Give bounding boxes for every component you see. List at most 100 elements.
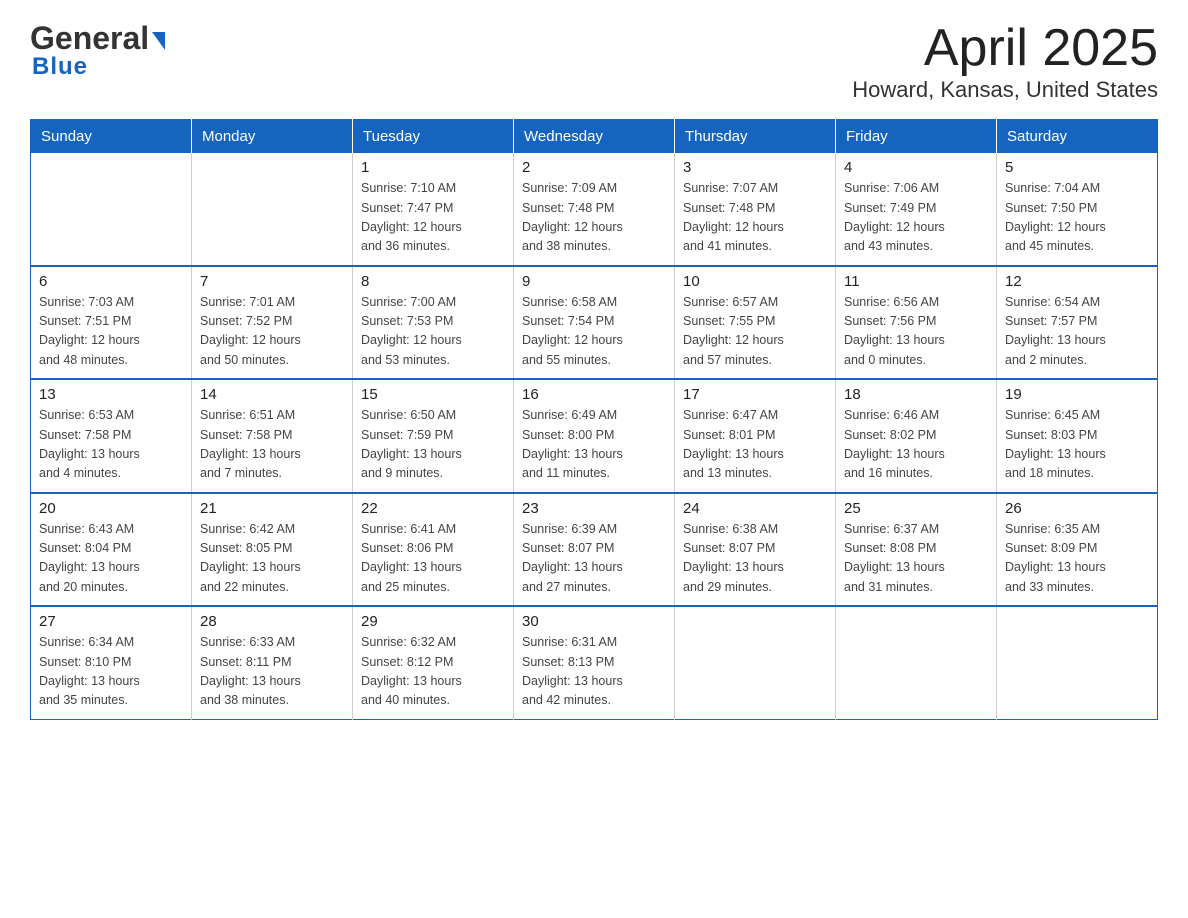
logo: General Blue [30,20,165,81]
day-detail: Sunrise: 7:10 AMSunset: 7:47 PMDaylight:… [361,179,505,257]
day-detail: Sunrise: 6:50 AMSunset: 7:59 PMDaylight:… [361,406,505,484]
calendar-week-3: 13 Sunrise: 6:53 AMSunset: 7:58 PMDayligh… [31,379,1158,493]
calendar-cell: 9 Sunrise: 6:58 AMSunset: 7:54 PMDaylight… [514,266,675,380]
day-detail: Sunrise: 6:37 AMSunset: 8:08 PMDaylight:… [844,520,988,598]
calendar-cell: 6Sunrise: 7:03 AMSunset: 7:51 PMDaylight… [31,266,192,380]
day-detail: Sunrise: 6:35 AMSunset: 8:09 PMDaylight:… [1005,520,1149,598]
col-header-monday: Monday [192,120,353,154]
day-number: 10 [683,273,827,290]
day-number: 5 [1005,159,1149,176]
day-detail: Sunrise: 6:46 AMSunset: 8:02 PMDaylight:… [844,406,988,484]
calendar-cell: 24Sunrise: 6:38 AMSunset: 8:07 PMDayligh… [675,493,836,607]
page-header: General Blue April 2025 Howard, Kansas, … [30,20,1158,103]
calendar-cell: 25 Sunrise: 6:37 AMSunset: 8:08 PMDayligh… [836,493,997,607]
day-number: 15 [361,386,505,403]
logo-arrow-icon [152,32,165,50]
title-block: April 2025 Howard, Kansas, United States [852,20,1158,103]
calendar-header-row: SundayMondayTuesdayWednesdayThursdayFrid… [31,120,1158,154]
calendar-cell: 14 Sunrise: 6:51 AMSunset: 7:58 PMDayligh… [192,379,353,493]
calendar-cell: 23 Sunrise: 6:39 AMSunset: 8:07 PMDayligh… [514,493,675,607]
day-number: 4 [844,159,988,176]
day-detail: Sunrise: 6:42 AMSunset: 8:05 PMDaylight:… [200,520,344,598]
col-header-sunday: Sunday [31,120,192,154]
calendar-cell: 21Sunrise: 6:42 AMSunset: 8:05 PMDayligh… [192,493,353,607]
day-number: 16 [522,386,666,403]
day-detail: Sunrise: 6:53 AMSunset: 7:58 PMDaylight:… [39,406,183,484]
calendar-cell: 20 Sunrise: 6:43 AMSunset: 8:04 PMDayligh… [31,493,192,607]
day-number: 18 [844,386,988,403]
day-number: 19 [1005,386,1149,403]
day-detail: Sunrise: 6:32 AMSunset: 8:12 PMDaylight:… [361,633,505,711]
col-header-thursday: Thursday [675,120,836,154]
calendar-cell [192,153,353,266]
calendar-cell: 12Sunrise: 6:54 AMSunset: 7:57 PMDayligh… [997,266,1158,380]
day-number: 29 [361,613,505,630]
calendar-cell: 13 Sunrise: 6:53 AMSunset: 7:58 PMDayligh… [31,379,192,493]
day-number: 20 [39,500,183,517]
calendar-cell: 28 Sunrise: 6:33 AMSunset: 8:11 PMDayligh… [192,606,353,719]
day-number: 2 [522,159,666,176]
col-header-tuesday: Tuesday [353,120,514,154]
calendar-cell: 26 Sunrise: 6:35 AMSunset: 8:09 PMDayligh… [997,493,1158,607]
calendar-cell: 22Sunrise: 6:41 AMSunset: 8:06 PMDayligh… [353,493,514,607]
day-detail: Sunrise: 6:49 AMSunset: 8:00 PMDaylight:… [522,406,666,484]
day-number: 30 [522,613,666,630]
col-header-wednesday: Wednesday [514,120,675,154]
main-title: April 2025 [852,20,1158,77]
day-detail: Sunrise: 6:56 AMSunset: 7:56 PMDaylight:… [844,293,988,371]
day-detail: Sunrise: 6:57 AMSunset: 7:55 PMDaylight:… [683,293,827,371]
day-detail: Sunrise: 7:09 AMSunset: 7:48 PMDaylight:… [522,179,666,257]
calendar-cell: 18 Sunrise: 6:46 AMSunset: 8:02 PMDayligh… [836,379,997,493]
calendar-cell: 4 Sunrise: 7:06 AMSunset: 7:49 PMDaylight… [836,153,997,266]
day-detail: Sunrise: 6:45 AMSunset: 8:03 PMDaylight:… [1005,406,1149,484]
day-detail: Sunrise: 7:04 AMSunset: 7:50 PMDaylight:… [1005,179,1149,257]
day-number: 24 [683,500,827,517]
calendar-cell: 27 Sunrise: 6:34 AMSunset: 8:10 PMDayligh… [31,606,192,719]
day-number: 14 [200,386,344,403]
day-number: 25 [844,500,988,517]
calendar-week-4: 20 Sunrise: 6:43 AMSunset: 8:04 PMDayligh… [31,493,1158,607]
calendar-cell: 16 Sunrise: 6:49 AMSunset: 8:00 PMDayligh… [514,379,675,493]
calendar-cell: 2 Sunrise: 7:09 AMSunset: 7:48 PMDaylight… [514,153,675,266]
subtitle: Howard, Kansas, United States [852,77,1158,103]
day-detail: Sunrise: 6:43 AMSunset: 8:04 PMDaylight:… [39,520,183,598]
day-detail: Sunrise: 7:06 AMSunset: 7:49 PMDaylight:… [844,179,988,257]
calendar-cell: 15 Sunrise: 6:50 AMSunset: 7:59 PMDayligh… [353,379,514,493]
calendar-cell [31,153,192,266]
day-number: 26 [1005,500,1149,517]
calendar-cell: 8 Sunrise: 7:00 AMSunset: 7:53 PMDaylight… [353,266,514,380]
col-header-saturday: Saturday [997,120,1158,154]
day-number: 28 [200,613,344,630]
day-number: 8 [361,273,505,290]
calendar-cell: 5 Sunrise: 7:04 AMSunset: 7:50 PMDaylight… [997,153,1158,266]
day-detail: Sunrise: 7:00 AMSunset: 7:53 PMDaylight:… [361,293,505,371]
calendar-cell: 1Sunrise: 7:10 AMSunset: 7:47 PMDaylight… [353,153,514,266]
day-detail: Sunrise: 6:58 AMSunset: 7:54 PMDaylight:… [522,293,666,371]
day-detail: Sunrise: 6:47 AMSunset: 8:01 PMDaylight:… [683,406,827,484]
day-number: 27 [39,613,183,630]
calendar-cell [836,606,997,719]
day-detail: Sunrise: 7:03 AMSunset: 7:51 PMDaylight:… [39,293,183,371]
day-detail: Sunrise: 6:33 AMSunset: 8:11 PMDaylight:… [200,633,344,711]
day-detail: Sunrise: 6:34 AMSunset: 8:10 PMDaylight:… [39,633,183,711]
day-detail: Sunrise: 6:51 AMSunset: 7:58 PMDaylight:… [200,406,344,484]
day-number: 9 [522,273,666,290]
day-detail: Sunrise: 6:31 AMSunset: 8:13 PMDaylight:… [522,633,666,711]
calendar-cell [675,606,836,719]
day-number: 3 [683,159,827,176]
logo-general-text: General [30,20,149,57]
day-detail: Sunrise: 7:01 AMSunset: 7:52 PMDaylight:… [200,293,344,371]
calendar-week-1: 1Sunrise: 7:10 AMSunset: 7:47 PMDaylight… [31,153,1158,266]
calendar-week-2: 6Sunrise: 7:03 AMSunset: 7:51 PMDaylight… [31,266,1158,380]
calendar-cell: 11Sunrise: 6:56 AMSunset: 7:56 PMDayligh… [836,266,997,380]
day-number: 12 [1005,273,1149,290]
day-number: 17 [683,386,827,403]
day-number: 23 [522,500,666,517]
day-number: 22 [361,500,505,517]
day-number: 13 [39,386,183,403]
day-detail: Sunrise: 7:07 AMSunset: 7:48 PMDaylight:… [683,179,827,257]
calendar-cell: 29 Sunrise: 6:32 AMSunset: 8:12 PMDayligh… [353,606,514,719]
day-detail: Sunrise: 6:39 AMSunset: 8:07 PMDaylight:… [522,520,666,598]
calendar-table: SundayMondayTuesdayWednesdayThursdayFrid… [30,119,1158,720]
calendar-cell [997,606,1158,719]
